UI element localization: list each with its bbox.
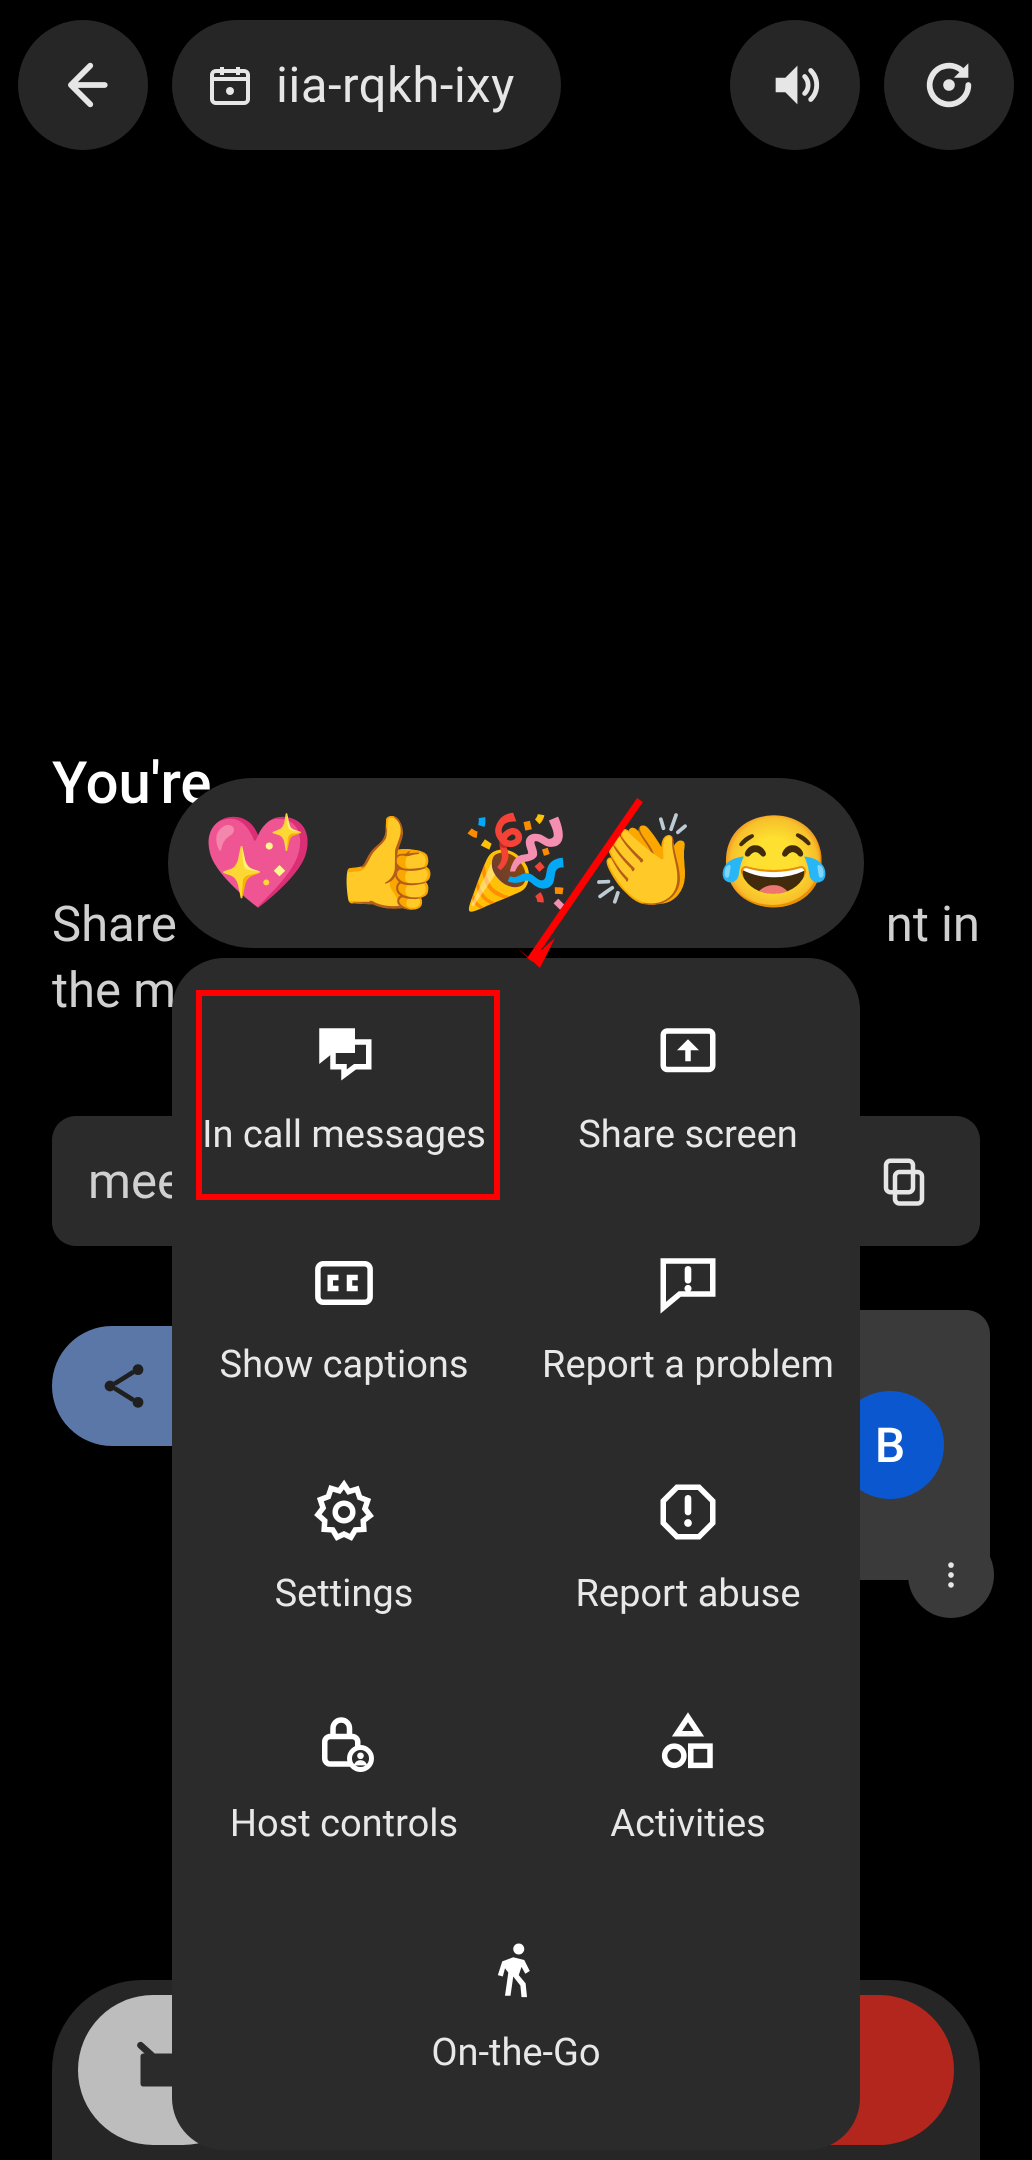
reaction-heart[interactable]: 💖 bbox=[202, 818, 314, 908]
bg-share-prefix: Share bbox=[52, 896, 189, 953]
meeting-link-text: mee bbox=[88, 1153, 183, 1210]
settings-label: Settings bbox=[275, 1571, 414, 1619]
back-button[interactable] bbox=[18, 20, 148, 150]
present-icon bbox=[655, 1020, 721, 1086]
lock-person-icon bbox=[311, 1709, 377, 1775]
reactions-bar: 💖 👍 🎉 👏 😂 bbox=[168, 778, 864, 948]
report-problem-label: Report a problem bbox=[542, 1342, 834, 1390]
meeting-code-pill[interactable]: iia-rqkh-ixy bbox=[172, 20, 561, 150]
meeting-code-text: iia-rqkh-ixy bbox=[276, 57, 515, 114]
calendar-icon bbox=[206, 61, 254, 109]
report-abuse-button[interactable]: Report abuse bbox=[516, 1453, 860, 1645]
chat-icon bbox=[311, 1020, 377, 1086]
report-abuse-label: Report abuse bbox=[576, 1571, 801, 1619]
share-screen-button[interactable]: Share screen bbox=[516, 994, 860, 1186]
shapes-icon bbox=[655, 1709, 721, 1775]
speaker-icon bbox=[766, 56, 824, 114]
reaction-party[interactable]: 🎉 bbox=[460, 818, 572, 908]
show-captions-label: Show captions bbox=[220, 1342, 469, 1390]
arrow-left-icon bbox=[54, 56, 112, 114]
participant-more-button[interactable] bbox=[908, 1532, 994, 1618]
bg-desc-suffix: nt in bbox=[886, 892, 980, 958]
top-bar: iia-rqkh-ixy bbox=[0, 20, 1032, 150]
walk-icon bbox=[483, 1938, 549, 2004]
copy-icon bbox=[877, 1154, 931, 1208]
reaction-clap[interactable]: 👏 bbox=[589, 818, 701, 908]
feedback-icon bbox=[655, 1250, 721, 1316]
report-icon bbox=[655, 1479, 721, 1545]
captions-icon bbox=[311, 1250, 377, 1316]
more-options-panel: In call messages Share screen Show capti… bbox=[172, 958, 860, 2150]
reaction-laugh[interactable]: 😂 bbox=[718, 818, 830, 908]
in-call-messages-button[interactable]: In call messages bbox=[172, 994, 516, 1186]
switch-camera-button[interactable] bbox=[884, 20, 1014, 150]
speaker-button[interactable] bbox=[730, 20, 860, 150]
gear-icon bbox=[311, 1479, 377, 1545]
host-controls-button[interactable]: Host controls bbox=[172, 1683, 516, 1875]
on-the-go-label: On-the-Go bbox=[431, 2030, 600, 2078]
activities-label: Activities bbox=[610, 1801, 765, 1849]
host-controls-label: Host controls bbox=[230, 1801, 458, 1849]
reaction-thumbs-up[interactable]: 👍 bbox=[331, 818, 443, 908]
copy-link-button[interactable] bbox=[864, 1141, 944, 1221]
in-call-messages-label: In call messages bbox=[202, 1112, 486, 1160]
on-the-go-button[interactable]: On-the-Go bbox=[172, 1912, 860, 2104]
switch-camera-icon bbox=[920, 56, 978, 114]
show-captions-button[interactable]: Show captions bbox=[172, 1224, 516, 1416]
avatar-initial: B bbox=[875, 1417, 905, 1474]
activities-button[interactable]: Activities bbox=[516, 1683, 860, 1875]
report-problem-button[interactable]: Report a problem bbox=[516, 1224, 860, 1416]
settings-button[interactable]: Settings bbox=[172, 1453, 516, 1645]
more-vertical-icon bbox=[934, 1558, 968, 1592]
share-screen-label: Share screen bbox=[578, 1112, 798, 1160]
share-icon bbox=[96, 1358, 152, 1414]
